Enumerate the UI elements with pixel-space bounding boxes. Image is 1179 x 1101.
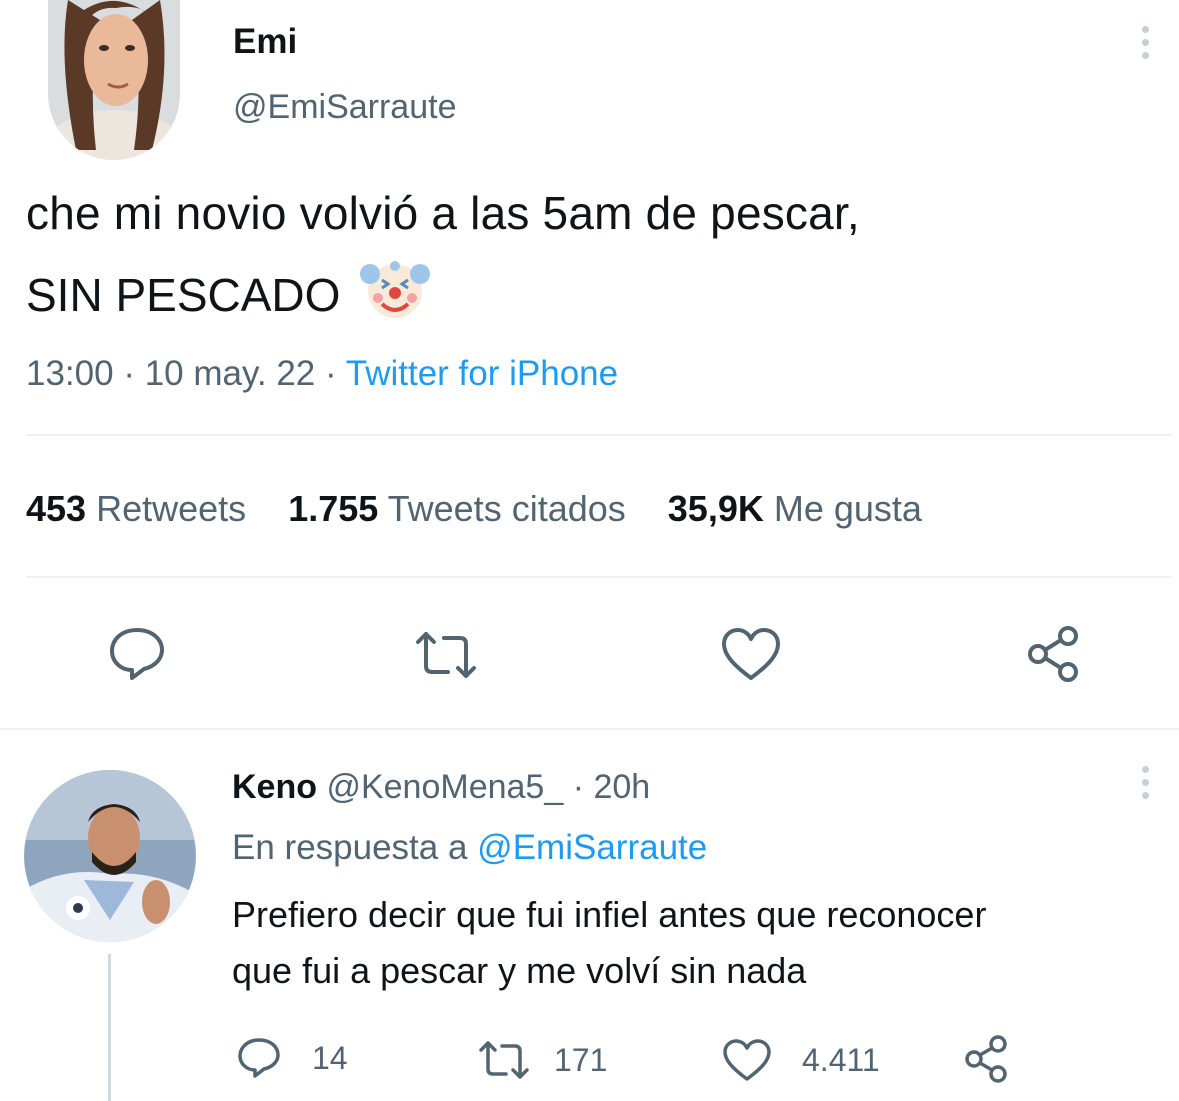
reply-retweet-action[interactable]: 171 <box>478 1040 607 1080</box>
likes-label: Me gusta <box>773 488 922 529</box>
retweets-label: Retweets <box>96 488 247 529</box>
retweets-count: 453 <box>26 488 87 529</box>
reply-retweets-count: 171 <box>554 1041 608 1078</box>
replying-to-prefix: En respuesta a <box>232 828 468 867</box>
replying-to-link[interactable]: @EmiSarraute <box>477 828 707 867</box>
quotes-count: 1.755 <box>288 488 379 529</box>
reply-author-avatar[interactable] <box>24 770 196 942</box>
tweet-text-line-2: SIN PESCADO <box>26 268 341 321</box>
reply-author-handle[interactable]: @KenoMena5_ <box>326 768 563 806</box>
like-icon <box>722 1038 772 1082</box>
reply-icon <box>236 1036 282 1080</box>
meta-separator: · <box>572 768 585 806</box>
share-icon[interactable] <box>962 1034 1012 1084</box>
thread-line <box>108 954 111 1101</box>
likes-stat[interactable]: 35,9K Me gusta <box>668 488 922 529</box>
divider <box>26 434 1172 436</box>
quotes-stat[interactable]: 1.755 Tweets citados <box>288 488 636 529</box>
tweet-source-link[interactable]: Twitter for iPhone <box>346 354 618 393</box>
reply-text-line-2: que fui a pescar y me volví sin nada <box>232 950 807 991</box>
reply-like-action[interactable]: 4.411 <box>722 1038 880 1082</box>
likes-count: 35,9K <box>667 488 764 529</box>
retweet-icon <box>478 1040 530 1080</box>
tweet-text-line-1: che mi novio volvió a las 5am de pescar, <box>26 187 860 239</box>
divider <box>26 576 1172 578</box>
clown-face-icon <box>360 258 431 331</box>
author-name[interactable]: Emi <box>233 22 297 62</box>
quotes-label: Tweets citados <box>387 488 626 529</box>
retweets-stat[interactable]: 453 Retweets <box>26 488 256 529</box>
reply-reply-action[interactable]: 14 <box>236 1036 348 1080</box>
reply-age[interactable]: 20h <box>593 768 650 806</box>
tweet-date[interactable]: 10 may. 22 <box>145 354 316 393</box>
author-handle[interactable]: @EmiSarraute <box>233 88 456 127</box>
share-icon[interactable] <box>1024 624 1084 684</box>
reply-likes-count: 4.411 <box>802 1041 880 1078</box>
reply-icon[interactable] <box>106 624 168 682</box>
more-options-icon[interactable] <box>1142 26 1150 65</box>
reply-text-line-1: Prefiero decir que fui infiel antes que … <box>232 894 987 935</box>
like-icon[interactable] <box>720 626 782 682</box>
retweet-icon[interactable] <box>414 630 478 680</box>
reply-more-options-icon[interactable] <box>1142 766 1150 805</box>
meta-separator: · <box>325 354 337 393</box>
reply-replies-count: 14 <box>312 1039 348 1076</box>
meta-separator: · <box>123 354 135 393</box>
reply-author-name[interactable]: Keno <box>232 768 317 806</box>
divider <box>0 728 1179 730</box>
tweet-time[interactable]: 13:00 <box>26 354 114 393</box>
author-avatar[interactable] <box>48 0 180 160</box>
